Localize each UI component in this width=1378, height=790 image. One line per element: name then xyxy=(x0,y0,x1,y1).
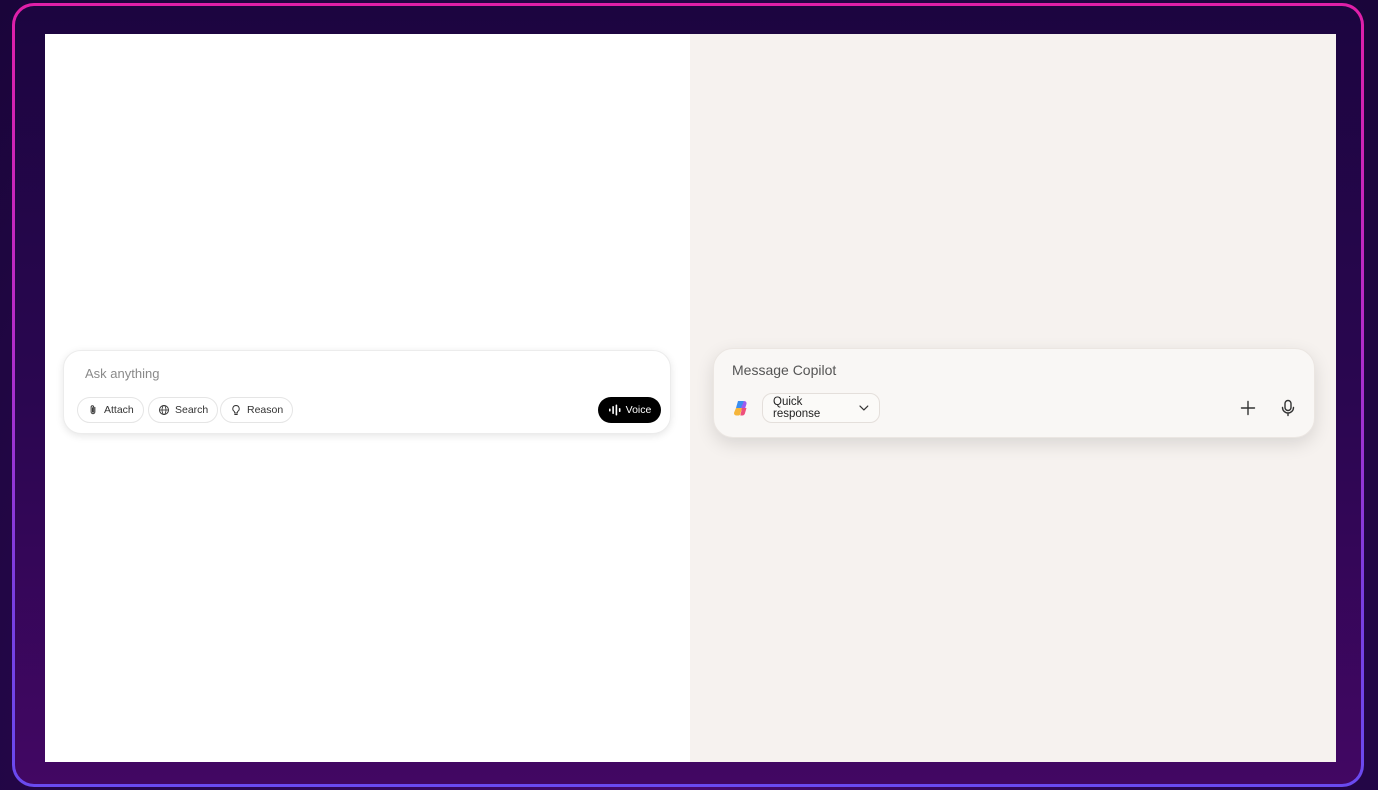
voice-button[interactable]: Voice xyxy=(598,397,661,423)
microphone-button[interactable] xyxy=(1277,397,1299,419)
paperclip-icon xyxy=(90,405,96,415)
search-button[interactable]: Search xyxy=(148,397,219,423)
chatgpt-pane: Attach Search Reason xyxy=(45,34,690,762)
voice-label: Voice xyxy=(625,404,652,416)
copilot-logo-icon xyxy=(734,401,747,416)
mode-label: Quick response xyxy=(773,396,821,420)
waveform-icon xyxy=(608,404,621,416)
chevron-down-icon xyxy=(859,405,869,411)
attach-button[interactable]: Attach xyxy=(77,397,144,423)
reason-label: Reason xyxy=(247,404,284,416)
search-label: Search xyxy=(175,404,209,416)
quick-response-dropdown[interactable]: Quick response xyxy=(762,393,880,423)
reason-button[interactable]: Reason xyxy=(220,397,294,423)
globe-icon xyxy=(159,405,169,415)
microphone-icon xyxy=(1281,399,1295,417)
plus-icon xyxy=(1240,400,1256,416)
ask-anything-input[interactable] xyxy=(85,366,585,381)
add-button[interactable] xyxy=(1237,397,1259,419)
screen: Attach Search Reason xyxy=(45,34,1336,762)
message-copilot-input[interactable] xyxy=(732,362,1212,378)
attach-label: Attach xyxy=(104,404,134,416)
copilot-pane: Quick response xyxy=(690,34,1336,762)
chatgpt-composer: Attach Search Reason xyxy=(63,350,671,434)
lightbulb-icon xyxy=(232,405,240,415)
copilot-composer: Quick response xyxy=(713,348,1315,438)
